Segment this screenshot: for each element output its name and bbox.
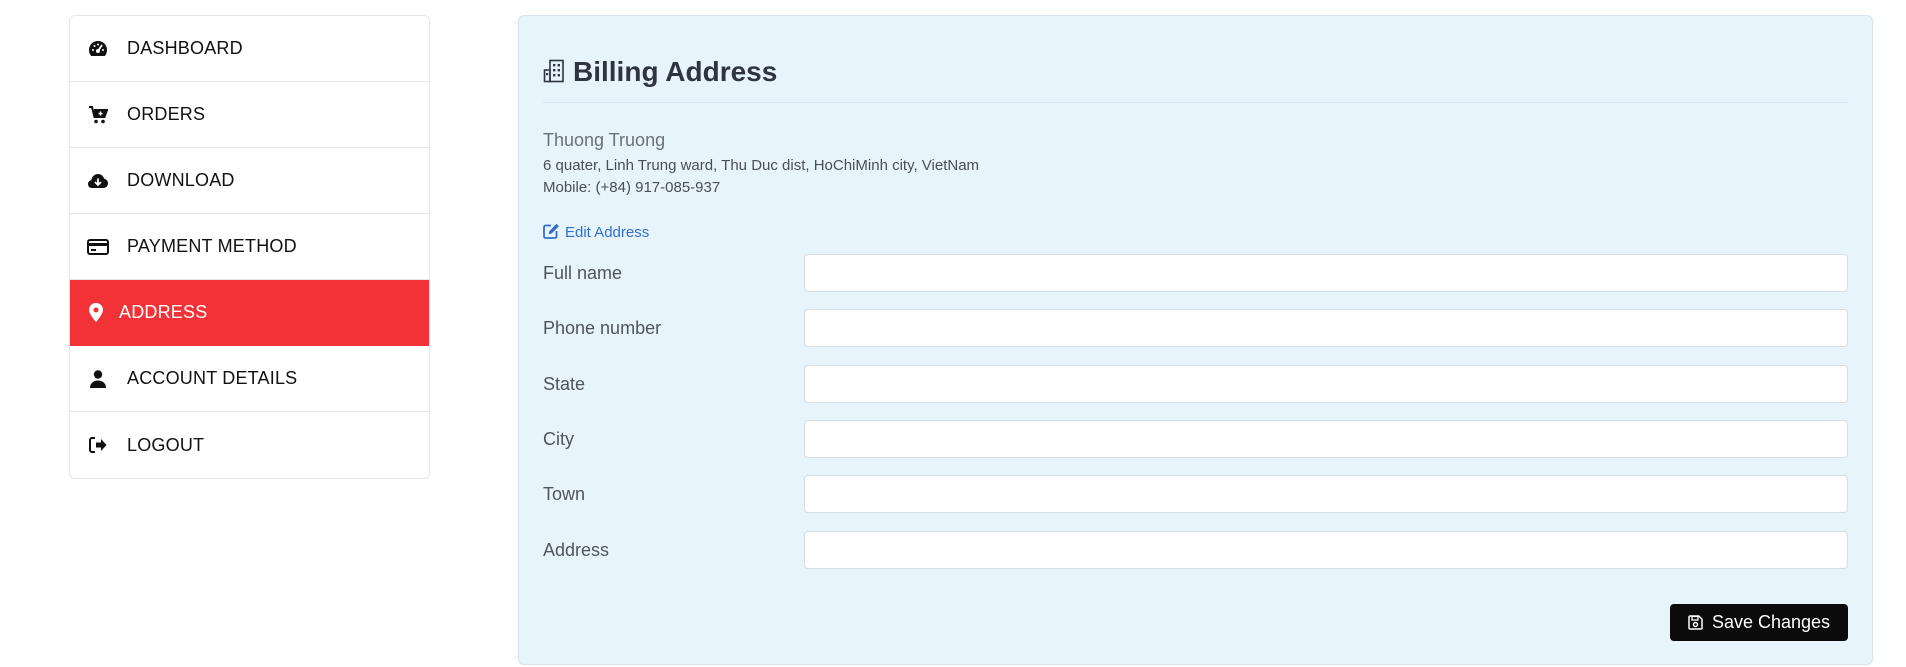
city-input[interactable] xyxy=(804,420,1848,458)
account-sidebar: DASHBOARD ORDERS DOWNLOAD PAYMENT METHOD… xyxy=(69,15,430,479)
form-row-full-name: Full name xyxy=(543,254,1848,292)
sidebar-item-address[interactable]: ADDRESS xyxy=(70,280,429,346)
sidebar-item-label: DOWNLOAD xyxy=(127,170,235,190)
city-label: City xyxy=(543,428,574,449)
credit-card-icon xyxy=(87,236,109,258)
billing-name: Thuong Truong xyxy=(543,130,666,150)
title-divider xyxy=(543,102,1848,103)
state-input[interactable] xyxy=(804,365,1848,403)
sidebar-item-orders[interactable]: ORDERS xyxy=(70,82,429,148)
full-name-label: Full name xyxy=(543,262,623,283)
sign-out-icon xyxy=(87,434,109,456)
sidebar-item-label: ORDERS xyxy=(127,104,206,124)
form-row-city: City xyxy=(543,420,1848,458)
dashboard-gauge-icon xyxy=(87,38,109,60)
town-input[interactable] xyxy=(804,475,1848,513)
edit-icon xyxy=(543,223,561,241)
sidebar-item-account-details[interactable]: ACCOUNT DETAILS xyxy=(70,346,429,412)
phone-number-input[interactable] xyxy=(804,309,1848,347)
building-icon xyxy=(543,59,567,85)
sidebar-item-logout[interactable]: LOGOUT xyxy=(70,412,429,478)
phone-number-label: Phone number xyxy=(543,317,662,338)
form-row-state: State xyxy=(543,365,1848,403)
form-row-address: Address xyxy=(543,531,1848,569)
state-label: State xyxy=(543,373,586,394)
sidebar-item-label: PAYMENT METHOD xyxy=(127,236,297,256)
address-input[interactable] xyxy=(804,531,1848,569)
cart-icon xyxy=(87,104,109,126)
panel-title-text: Billing Address xyxy=(573,56,778,87)
cloud-download-icon xyxy=(87,170,109,192)
page-title: Billing Address xyxy=(543,56,777,88)
sidebar-item-label: ACCOUNT DETAILS xyxy=(127,368,298,388)
edit-address-link[interactable]: Edit Address xyxy=(543,223,649,241)
sidebar-item-payment-method[interactable]: PAYMENT METHOD xyxy=(70,214,429,280)
form-row-phone-number: Phone number xyxy=(543,309,1848,347)
save-changes-button[interactable]: Save Changes xyxy=(1670,604,1848,641)
billing-address-line: 6 quater, Linh Trung ward, Thu Duc dist,… xyxy=(543,157,980,174)
save-changes-label: Save Changes xyxy=(1711,612,1831,632)
sidebar-item-download[interactable]: DOWNLOAD xyxy=(70,148,429,214)
full-name-input[interactable] xyxy=(804,254,1848,292)
edit-address-label: Edit Address xyxy=(565,223,650,241)
sidebar-item-label: LOGOUT xyxy=(127,434,205,455)
billing-mobile-line: Mobile: (+84) 917-085-937 xyxy=(543,179,721,196)
save-icon xyxy=(1688,614,1704,631)
form-row-town: Town xyxy=(543,475,1848,513)
town-label: Town xyxy=(543,483,586,504)
sidebar-item-label: ADDRESS xyxy=(119,302,208,322)
billing-address-panel: Billing Address Thuong Truong 6 quater, … xyxy=(518,15,1873,665)
user-icon xyxy=(87,368,109,390)
sidebar-item-dashboard[interactable]: DASHBOARD xyxy=(70,16,429,82)
sidebar-item-label: DASHBOARD xyxy=(127,38,243,58)
map-marker-icon xyxy=(87,302,105,324)
address-label: Address xyxy=(543,539,610,560)
